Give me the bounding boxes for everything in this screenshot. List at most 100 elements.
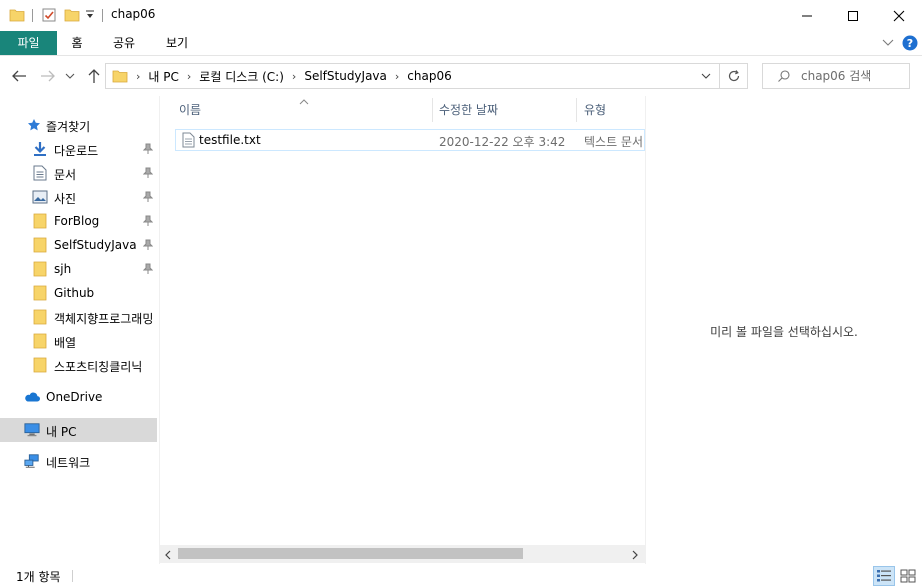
- customize-quick-access-icon[interactable]: [85, 9, 95, 27]
- nav-label: 문서: [54, 168, 77, 182]
- cloud-icon: [24, 389, 40, 405]
- nav-item-sjh[interactable]: sjh: [0, 257, 157, 281]
- nav-this-pc[interactable]: 내 PC: [0, 418, 157, 442]
- expand-ribbon-icon[interactable]: [882, 37, 894, 51]
- scroll-left-icon[interactable]: [164, 549, 172, 563]
- folder-icon: [9, 7, 25, 25]
- address-history-button[interactable]: [693, 64, 719, 88]
- title-bar: chap06: [0, 0, 922, 31]
- text-file-icon: [182, 132, 195, 151]
- folder-icon: [32, 213, 48, 229]
- nav-label: 객체지향프로그래밍: [54, 312, 154, 326]
- close-button[interactable]: [876, 0, 922, 31]
- large-icons-view-button[interactable]: [897, 566, 919, 586]
- nav-item-pictures[interactable]: 사진: [0, 185, 157, 209]
- column-header-type[interactable]: 유형: [568, 96, 645, 124]
- nav-quick-access[interactable]: 즐겨찾기: [0, 113, 157, 137]
- file-list: 이름 수정한 날짜 유형 testfile.txt 2020-12-22 오후 …: [163, 96, 645, 566]
- back-button[interactable]: [9, 66, 29, 86]
- pin-icon: [142, 191, 154, 205]
- nav-item-downloads[interactable]: 다운로드: [0, 137, 157, 161]
- pane-divider[interactable]: [159, 96, 160, 566]
- nav-onedrive[interactable]: OneDrive: [0, 385, 157, 409]
- tab-view[interactable]: 보기: [155, 31, 199, 55]
- folder-icon: [32, 333, 48, 349]
- up-button[interactable]: [84, 66, 104, 86]
- pin-icon: [142, 239, 154, 253]
- nav-label: ForBlog: [54, 214, 100, 228]
- download-icon: [32, 141, 48, 157]
- nav-item-selfstudyjava[interactable]: SelfStudyJava: [0, 233, 157, 257]
- up-arrow-icon: [88, 69, 100, 83]
- nav-item-documents[interactable]: 문서: [0, 161, 157, 185]
- folder-icon: [112, 68, 128, 84]
- file-row[interactable]: testfile.txt 2020-12-22 오후 3:42 텍스트 문서: [175, 129, 645, 151]
- window-title: chap06: [111, 7, 156, 21]
- chevron-down-icon: [65, 73, 75, 79]
- maximize-button[interactable]: [830, 0, 876, 31]
- column-header-modified[interactable]: 수정한 날짜: [423, 96, 575, 124]
- nav-label: 다운로드: [54, 144, 99, 158]
- help-icon[interactable]: ?: [902, 35, 918, 54]
- address-bar[interactable]: › 내 PC › 로컬 디스크 (C:) › SelfStudyJava › c…: [105, 63, 720, 89]
- tab-share[interactable]: 공유: [103, 31, 145, 55]
- refresh-button[interactable]: [720, 63, 748, 89]
- pin-icon: [142, 167, 154, 181]
- breadcrumb-chap06[interactable]: chap06: [407, 69, 451, 83]
- chevron-right-icon[interactable]: ›: [136, 70, 140, 83]
- chevron-right-icon[interactable]: ›: [187, 70, 191, 83]
- nav-label: Github: [54, 286, 95, 300]
- forward-button[interactable]: [38, 66, 58, 86]
- details-view-icon: [877, 570, 891, 582]
- nav-label: 배열: [54, 336, 77, 350]
- navigation-pane: 즐겨찾기 다운로드 문서 사진 ForBlog SelfStudyJava sj…: [0, 96, 158, 564]
- nav-label: SelfStudyJava: [54, 238, 137, 252]
- large-icons-view-icon: [900, 569, 916, 583]
- file-type: 텍스트 문서: [584, 135, 644, 149]
- pin-icon: [142, 143, 154, 157]
- minimize-button[interactable]: [784, 0, 830, 31]
- refresh-icon: [728, 70, 739, 82]
- preview-pane: 미리 볼 파일을 선택하십시오.: [646, 96, 922, 564]
- divider: [32, 9, 33, 22]
- nav-label: 내 PC: [46, 425, 77, 439]
- tab-file[interactable]: 파일: [0, 31, 57, 55]
- breadcrumb-selfstudyjava[interactable]: SelfStudyJava: [304, 69, 387, 83]
- nav-label: 즐겨찾기: [46, 120, 91, 134]
- nav-item-github[interactable]: Github: [0, 281, 157, 305]
- divider: [72, 570, 73, 582]
- scrollbar-thumb[interactable]: [178, 548, 523, 559]
- properties-icon[interactable]: [41, 7, 57, 25]
- nav-item-forblog[interactable]: ForBlog: [0, 209, 157, 233]
- details-view-button[interactable]: [873, 566, 895, 586]
- svg-text:?: ?: [907, 37, 913, 50]
- computer-icon: [24, 422, 40, 438]
- new-folder-icon[interactable]: [64, 7, 80, 25]
- column-header-name[interactable]: 이름: [163, 96, 433, 124]
- pin-icon: [142, 263, 154, 277]
- status-bar: 1개 항목: [0, 564, 922, 588]
- folder-icon: [32, 357, 48, 373]
- nav-network[interactable]: 네트워크: [0, 449, 157, 473]
- horizontal-scrollbar[interactable]: [160, 545, 645, 563]
- recent-locations-button[interactable]: [63, 66, 77, 86]
- chevron-right-icon[interactable]: ›: [395, 70, 399, 83]
- nav-item-oop[interactable]: 객체지향프로그래밍: [0, 305, 157, 329]
- tab-home[interactable]: 홈: [58, 31, 96, 55]
- search-input[interactable]: [801, 64, 907, 88]
- breadcrumb-local-disk[interactable]: 로컬 디스크 (C:): [199, 68, 284, 85]
- star-icon: [26, 117, 42, 133]
- folder-icon: [32, 285, 48, 301]
- search-box[interactable]: [762, 63, 910, 89]
- nav-label: OneDrive: [46, 390, 103, 404]
- chevron-right-icon[interactable]: ›: [292, 70, 296, 83]
- folder-icon: [32, 309, 48, 325]
- scroll-right-icon[interactable]: [631, 549, 639, 563]
- folder-icon: [32, 261, 48, 277]
- ribbon: 파일 홈 공유 보기 ?: [0, 31, 922, 56]
- maximize-icon: [848, 10, 858, 21]
- nav-label: 네트워크: [46, 456, 91, 470]
- nav-item-array[interactable]: 배열: [0, 329, 157, 353]
- nav-item-sports[interactable]: 스포츠티칭클리닉: [0, 353, 157, 377]
- breadcrumb-this-pc[interactable]: 내 PC: [148, 68, 178, 85]
